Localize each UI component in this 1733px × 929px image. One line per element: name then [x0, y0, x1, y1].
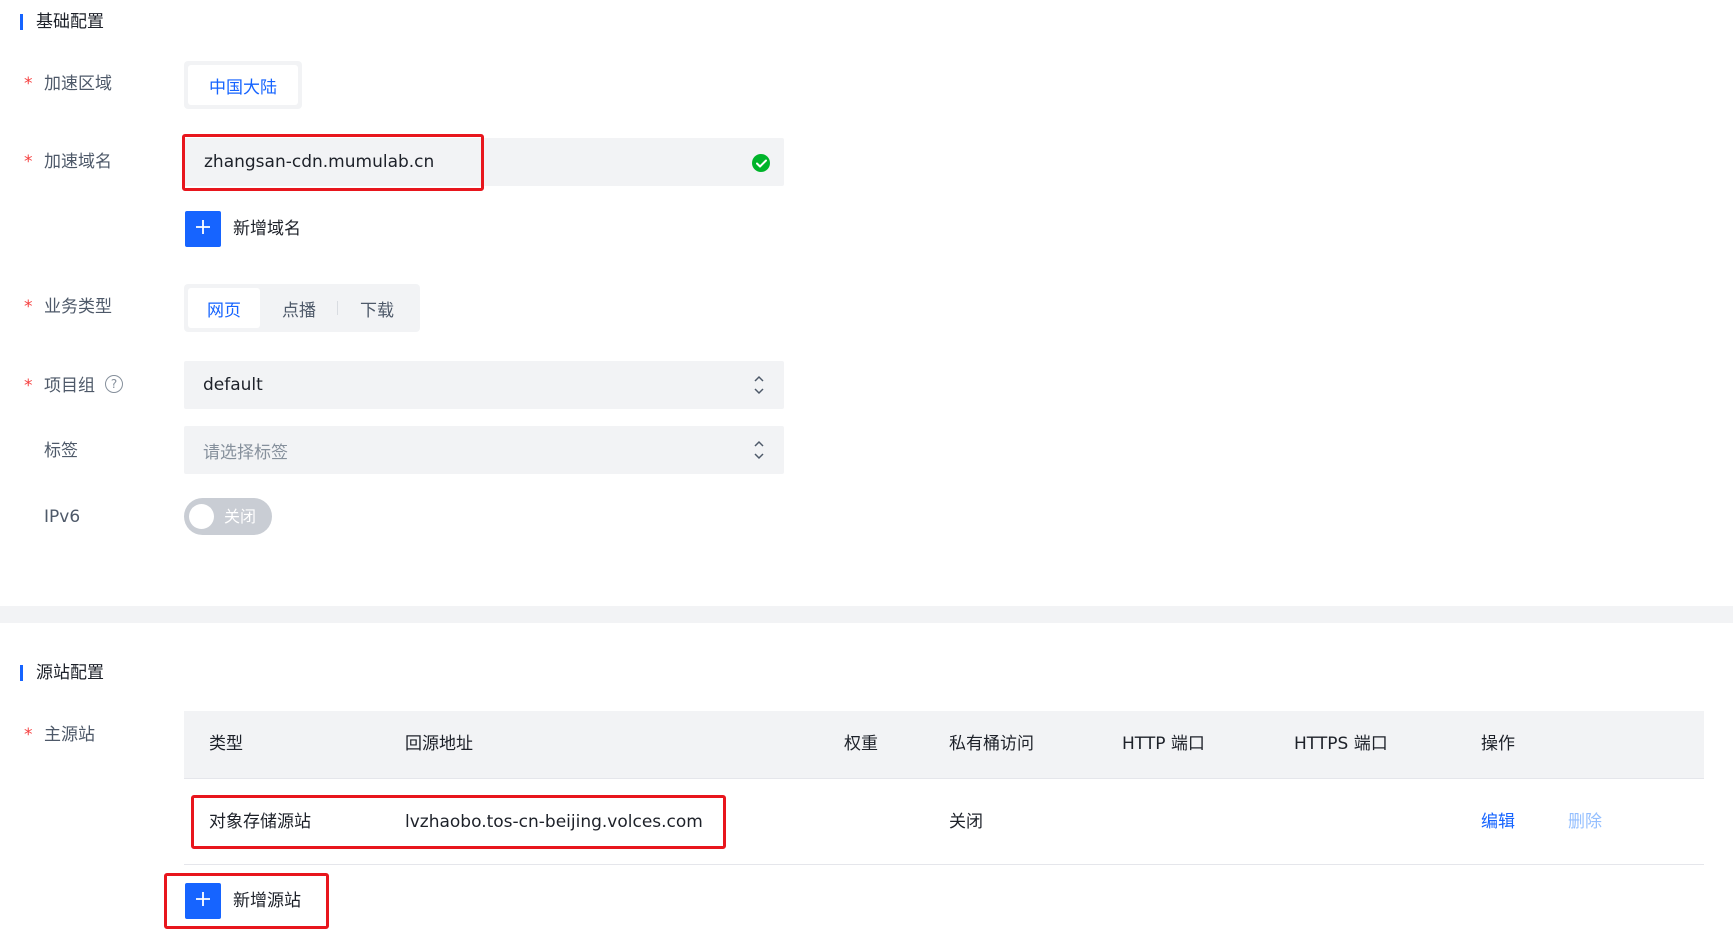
- chevron-up-down-icon: [752, 372, 766, 398]
- business-type-option-web[interactable]: 网页: [188, 288, 260, 328]
- business-type-segmented: 网页 点播 下载: [184, 284, 420, 332]
- required-mark: *: [24, 297, 33, 317]
- section-title-origin: 源站配置: [36, 663, 104, 683]
- chevron-up-down-icon: [752, 437, 766, 463]
- column-header: 类型: [209, 734, 243, 754]
- region-selector: 中国大陆: [184, 61, 302, 109]
- column-header: HTTPS 端口: [1294, 734, 1388, 754]
- tags-select[interactable]: 请选择标签: [184, 426, 784, 474]
- ipv6-label: IPv6: [44, 507, 81, 527]
- column-header: 操作: [1481, 734, 1515, 754]
- column-header: HTTP 端口: [1122, 734, 1205, 754]
- required-mark: *: [24, 376, 33, 396]
- column-header: 私有桶访问: [949, 734, 1034, 754]
- region-label: 加速区域: [44, 74, 112, 94]
- business-type-option-vod[interactable]: 点播: [260, 288, 338, 328]
- region-option-mainland[interactable]: 中国大陆: [188, 65, 298, 105]
- add-origin-highlight-box: [164, 873, 329, 929]
- primary-origin-label: 主源站: [44, 725, 95, 745]
- add-domain-label[interactable]: 新增域名: [233, 219, 301, 239]
- ipv6-toggle-text: 关闭: [224, 507, 257, 526]
- required-mark: *: [24, 74, 33, 94]
- delete-origin-link[interactable]: 删除: [1568, 812, 1602, 832]
- project-group-select[interactable]: default: [184, 361, 784, 409]
- option-label: 点播: [282, 300, 316, 321]
- required-mark: *: [24, 725, 33, 745]
- business-type-label: 业务类型: [44, 297, 112, 317]
- business-type-option-download[interactable]: 下载: [338, 288, 416, 328]
- table-row-divider: [184, 864, 1704, 865]
- ipv6-toggle[interactable]: 关闭: [184, 498, 272, 535]
- domain-label: 加速域名: [44, 152, 112, 172]
- toggle-knob: [189, 504, 214, 529]
- project-group-value: default: [203, 375, 263, 395]
- plus-icon: [195, 219, 211, 239]
- check-circle-icon: [752, 154, 770, 172]
- origin-row-highlight-box: [191, 795, 726, 849]
- section-divider: [0, 606, 1733, 623]
- tags-placeholder: 请选择标签: [203, 442, 288, 463]
- column-header: 权重: [844, 734, 878, 754]
- add-domain-button[interactable]: [185, 211, 221, 247]
- section-title-basic: 基础配置: [36, 12, 104, 32]
- column-header: 回源地址: [405, 734, 473, 754]
- section-accent-bar: [20, 14, 23, 30]
- section-accent-bar: [20, 665, 23, 681]
- tags-label: 标签: [44, 441, 78, 461]
- edit-origin-link[interactable]: 编辑: [1481, 812, 1515, 832]
- domain-highlight-box: [182, 134, 484, 191]
- required-mark: *: [24, 152, 33, 172]
- origin-table-header: 类型 回源地址 权重 私有桶访问 HTTP 端口 HTTPS 端口 操作: [184, 711, 1704, 779]
- help-icon[interactable]: ?: [105, 375, 123, 393]
- project-group-label: 项目组: [44, 376, 95, 396]
- private-bucket-cell: 关闭: [949, 812, 983, 832]
